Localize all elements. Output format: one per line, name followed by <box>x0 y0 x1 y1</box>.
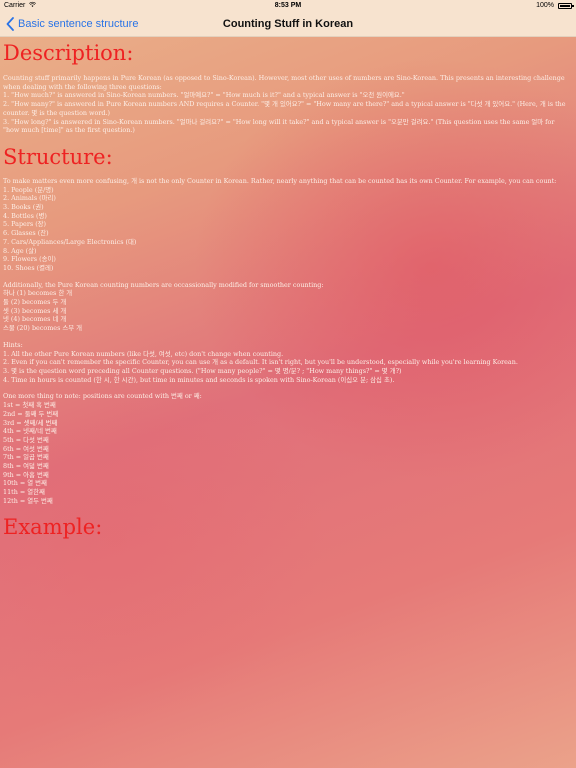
position-item: 6th = 여섯 번째 <box>3 444 49 453</box>
counter-list-item: 10. Shoes (켤레) <box>3 263 54 272</box>
position-item: 10th = 열 번째 <box>3 479 47 488</box>
counter-list-item: 7. Cars/Appliances/Large Electronics (대) <box>3 237 137 246</box>
counter-list-item: 6. Glasses (잔) <box>3 229 49 238</box>
counter-list-item: 2. Animals (마리) <box>3 194 56 203</box>
hints-label: Hints: <box>3 340 23 349</box>
position-item: 11th = 열한째 <box>3 488 45 497</box>
back-button-label: Basic sentence structure <box>18 18 139 30</box>
modified-number-item: 넷 (4) becomes 네 개 <box>3 315 67 324</box>
description-intro: Counting stuff primarily happens in Pure… <box>3 74 565 91</box>
example-heading: Example: <box>3 514 103 539</box>
modified-numbers-list: 하나 (1) becomes 한 개둘 (2) becomes 두 개셋 (3)… <box>3 289 571 333</box>
clock: 8:53 PM <box>274 2 302 9</box>
structure-intro: To make matters even more confusing, 개 i… <box>3 176 557 185</box>
chevron-left-icon <box>6 17 14 31</box>
counter-list-item: 3. Books (권) <box>3 203 44 212</box>
counter-list-item: 4. Bottles (병) <box>3 211 47 220</box>
position-item: 1st = 첫째 혹 번째 <box>3 401 56 410</box>
counters-list: 1. People (분/명) 2. Animals (마리) 3. Books (… <box>3 186 571 273</box>
modified-number-item: 하나 (1) becomes 한 개 <box>3 289 73 298</box>
modified-number-item: 둘 (2) becomes 두 개 <box>3 298 67 307</box>
hint-item: 4. Time in hours is counted (한 시, 한 시간),… <box>3 375 395 384</box>
hint-item: 2. Even if you can't remember the specif… <box>3 358 518 367</box>
back-button[interactable]: Basic sentence structure <box>6 16 138 32</box>
status-bar: Carrier 8:53 PM 100% <box>0 0 576 12</box>
modified-number-item: 셋 (3) becomes 세 개 <box>3 306 67 315</box>
counter-list-item: 8. Age (살) <box>3 246 37 255</box>
positions-list: 1st = 첫째 혹 번째 2nd = 둘째 두 번째 3rd = 셋째/세 번째 4… <box>3 401 571 505</box>
modified-number-item: 스물 (20) becomes 스무 개 <box>3 324 83 333</box>
description-q2: 2. "How many?" is answered in Pure Korea… <box>3 100 566 117</box>
hint-item: 1. All the other Pure Korean numbers (li… <box>3 349 284 358</box>
position-item: 4th = 넷째/네 번째 <box>3 427 57 436</box>
modified-intro: Additionally, the Pure Korean counting n… <box>3 280 324 289</box>
position-item: 9th = 아홉 번째 <box>3 470 49 479</box>
position-item: 12th = 열두 번째 <box>3 496 53 505</box>
hint-item: 3. 몇 is the question word preceding all … <box>3 366 402 375</box>
position-item: 8th = 여덟 번째 <box>3 462 49 471</box>
structure-heading: Structure: <box>3 144 113 169</box>
counter-list-item: 5. Papers (장) <box>3 220 47 229</box>
position-item: 7th = 일곱 번째 <box>3 453 49 462</box>
position-item: 3rd = 셋째/세 번째 <box>3 418 58 427</box>
counter-list-item: 9. Flowers (송이) <box>3 255 56 264</box>
battery-icon <box>558 3 574 9</box>
lesson-content: Description: Counting stuff primarily ha… <box>3 40 571 540</box>
position-item: 2nd = 둘째 두 번째 <box>3 409 59 418</box>
description-q3: 3. "How long?" is answered in Sino-Korea… <box>3 117 555 135</box>
navigation-bar: Basic sentence structure Counting Stuff … <box>0 12 576 37</box>
position-item: 5th = 다섯 번째 <box>3 435 49 444</box>
hints-list: 1. All the other Pure Korean numbers (li… <box>3 350 571 385</box>
description-q1: 1. "How much?" is answered in Sino-Korea… <box>3 91 405 100</box>
positions-intro: One more thing to note: positions are co… <box>3 392 202 401</box>
counter-list-item: 1. People (분/명) <box>3 185 54 194</box>
description-heading: Description: <box>3 41 134 65</box>
battery-percent: 100% <box>536 2 554 9</box>
